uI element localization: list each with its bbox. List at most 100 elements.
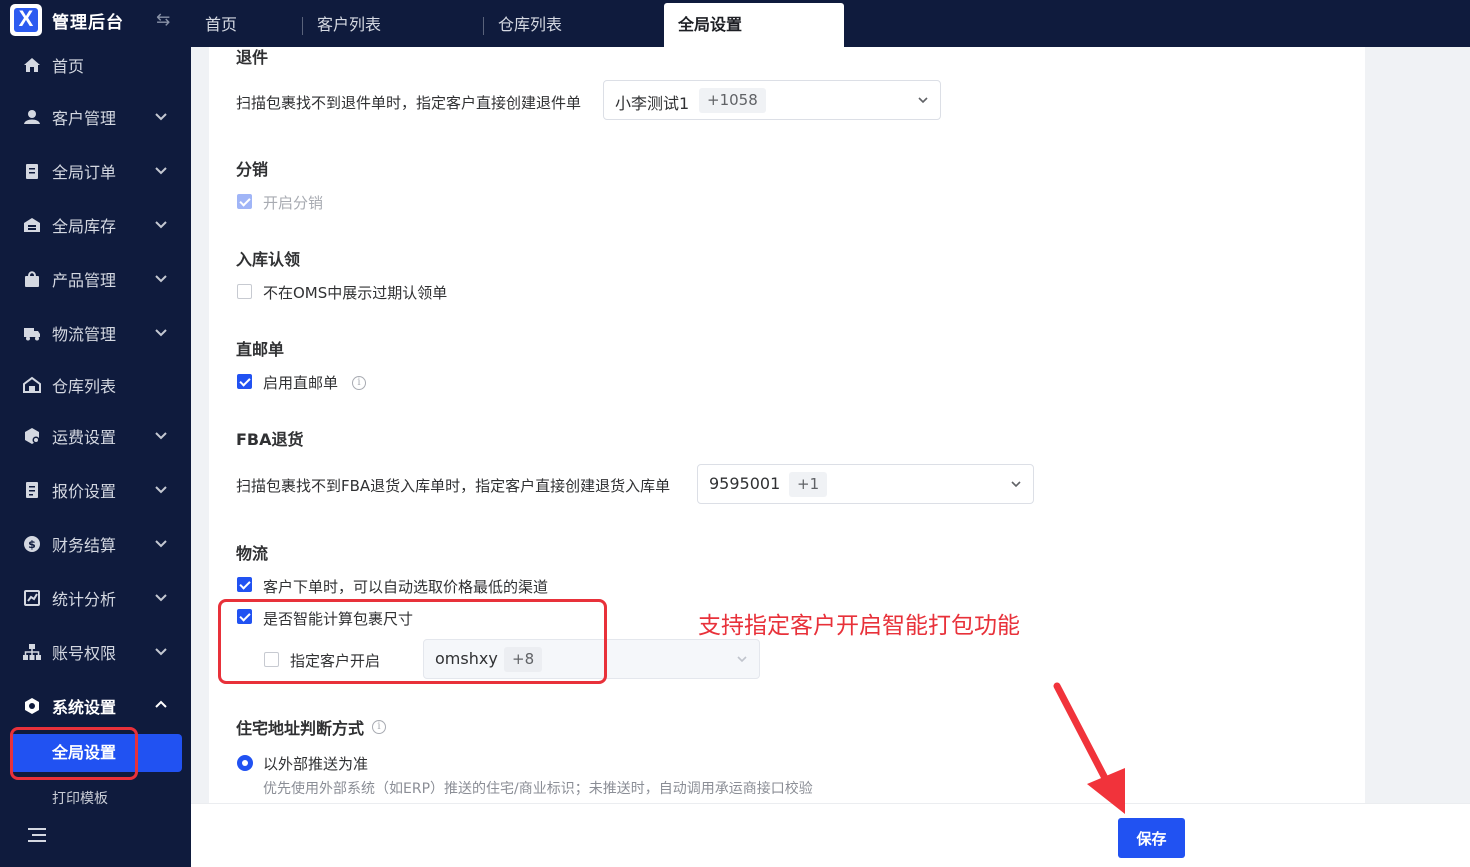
chevron-down-icon <box>155 329 167 337</box>
chevron-down-icon <box>155 594 167 602</box>
sidebar-item-label: 产品管理 <box>52 271 117 290</box>
chevron-down-icon <box>155 113 167 121</box>
shopping-bag-icon <box>22 269 42 289</box>
direct-mail-label: 启用直邮单 <box>263 374 339 392</box>
section-title-fba-return: FBA退货 <box>236 430 304 449</box>
chevron-down-icon <box>155 221 167 229</box>
sitemap-icon <box>22 642 42 662</box>
sidebar-item-statistics[interactable]: 统计分析 <box>0 578 191 618</box>
annotation-arrow-icon <box>1053 682 1125 814</box>
select-value: 小李测试1 <box>615 94 690 113</box>
sidebar-item-home[interactable]: 首页 <box>0 47 191 85</box>
chevron-down-icon <box>155 275 167 283</box>
building-icon <box>22 375 42 395</box>
section-title-direct-mail: 直邮单 <box>236 340 285 359</box>
select-value: 9595001 <box>709 474 781 493</box>
menu-collapse-icon[interactable] <box>28 827 46 843</box>
document-icon <box>22 480 42 500</box>
sidebar-item-logistics[interactable]: 物流管理 <box>0 313 191 353</box>
chevron-down-icon <box>1011 481 1021 488</box>
section-title-residential: 住宅地址判断方式 <box>236 719 365 738</box>
inbound-claim-label: 不在OMS中展示过期认领单 <box>263 284 448 302</box>
chevron-down-icon <box>155 167 167 175</box>
sidebar: 首页 客户管理 全局订单 全局库存 产品管理 物流管理 仓库列表 运费设置 报价… <box>0 47 191 867</box>
section-title-inbound-claim: 入库认领 <box>236 250 301 269</box>
save-button[interactable]: 保存 <box>1118 818 1185 858</box>
sidebar-subitem-print-templates[interactable]: 打印模板 <box>52 788 108 808</box>
sidebar-item-global-inventory[interactable]: 全局库存 <box>0 205 191 245</box>
clipboard-icon <box>22 161 42 181</box>
distribution-checkbox <box>237 194 252 209</box>
tab-global-settings[interactable]: 全局设置 <box>664 3 844 47</box>
chevron-up-icon <box>155 700 167 708</box>
sidebar-item-label: 财务结算 <box>52 536 117 555</box>
annotation-text: 支持指定客户开启智能打包功能 <box>698 613 1020 639</box>
sidebar-item-customers[interactable]: 客户管理 <box>0 97 191 137</box>
tab-customer-list[interactable]: 客户列表 <box>303 0 484 47</box>
tab-bar: 首页 客户列表 仓库列表 全局设置 <box>191 0 844 47</box>
chevron-down-icon <box>155 648 167 656</box>
settings-content: 退件 扫描包裹找不到退件单时，指定客户直接创建退件单 小李测试1 +1058 分… <box>209 47 1365 803</box>
fba-customer-select[interactable]: 9595001 +1 <box>697 464 1034 504</box>
right-gutter <box>1365 47 1470 803</box>
sidebar-item-freight-settings[interactable]: 运费设置 <box>0 416 191 456</box>
app-title: 管理后台 <box>52 12 124 33</box>
sidebar-item-label: 账号权限 <box>52 644 117 663</box>
sidebar-item-label: 运费设置 <box>52 428 117 447</box>
top-bar: 管理后台 ⇆ 首页 客户列表 仓库列表 全局设置 <box>0 0 1470 47</box>
sidebar-item-products[interactable]: 产品管理 <box>0 259 191 299</box>
return-label: 扫描包裹找不到退件单时，指定客户直接创建退件单 <box>236 94 582 112</box>
svg-text:$: $ <box>28 538 36 551</box>
chevron-down-icon <box>918 97 928 104</box>
chevron-down-icon <box>155 540 167 548</box>
tab-home[interactable]: 首页 <box>191 0 303 47</box>
sidebar-item-warehouse-list[interactable]: 仓库列表 <box>0 365 191 405</box>
distribution-label: 开启分销 <box>263 194 324 212</box>
sidebar-item-label: 统计分析 <box>52 590 117 609</box>
section-title-distribution: 分销 <box>236 160 269 179</box>
sidebar-item-label: 全局库存 <box>52 217 117 236</box>
sidebar-item-system-settings[interactable]: 系统设置 <box>0 686 191 726</box>
sidebar-item-label: 仓库列表 <box>52 377 117 396</box>
sidebar-item-quote-settings[interactable]: 报价设置 <box>0 470 191 510</box>
warehouse-icon <box>22 215 42 235</box>
residential-radio-external[interactable] <box>237 755 253 771</box>
dollar-icon: $ <box>22 534 42 554</box>
sidebar-item-label: 系统设置 <box>52 698 117 717</box>
sidebar-item-label: 物流管理 <box>52 325 117 344</box>
lowest-price-channel-label: 客户下单时，可以自动选取价格最低的渠道 <box>263 578 549 596</box>
lowest-price-channel-checkbox[interactable] <box>237 577 252 592</box>
sidebar-item-label: 客户管理 <box>52 109 117 128</box>
brand[interactable]: 管理后台 <box>10 4 124 36</box>
fba-return-label: 扫描包裹找不到FBA退货入库单时，指定客户直接创建退货入库单 <box>236 477 671 495</box>
info-icon[interactable]: i <box>372 720 386 734</box>
swap-arrows-icon[interactable]: ⇆ <box>156 10 170 30</box>
sidebar-item-label: 报价设置 <box>52 482 117 501</box>
residential-radio-label: 以外部推送为准 <box>263 755 369 773</box>
return-customer-select[interactable]: 小李测试1 +1058 <box>603 80 941 120</box>
chevron-down-icon <box>737 656 747 663</box>
chevron-down-icon <box>155 432 167 440</box>
sidebar-item-finance[interactable]: $ 财务结算 <box>0 524 191 564</box>
direct-mail-checkbox[interactable] <box>237 374 252 389</box>
sidebar-item-global-orders[interactable]: 全局订单 <box>0 151 191 191</box>
inbound-claim-checkbox[interactable] <box>237 284 252 299</box>
select-count-tag: +1 <box>789 472 828 497</box>
home-icon <box>22 55 42 75</box>
app-logo <box>10 4 42 36</box>
info-icon[interactable]: i <box>352 376 366 390</box>
section-title-return: 退件 <box>236 48 269 67</box>
user-icon <box>22 107 42 127</box>
sidebar-item-label: 首页 <box>52 57 85 76</box>
chevron-down-icon <box>155 486 167 494</box>
settings-icon <box>22 696 42 716</box>
annotation-highlight-box <box>218 599 607 684</box>
sidebar-item-label: 全局订单 <box>52 163 117 182</box>
box-settings-icon <box>22 426 42 446</box>
section-title-logistics: 物流 <box>236 544 269 563</box>
sidebar-item-account-permissions[interactable]: 账号权限 <box>0 632 191 672</box>
tab-warehouse-list[interactable]: 仓库列表 <box>484 0 664 47</box>
truck-icon <box>22 323 42 343</box>
select-count-tag: +1058 <box>699 88 766 113</box>
chart-icon <box>22 588 42 608</box>
